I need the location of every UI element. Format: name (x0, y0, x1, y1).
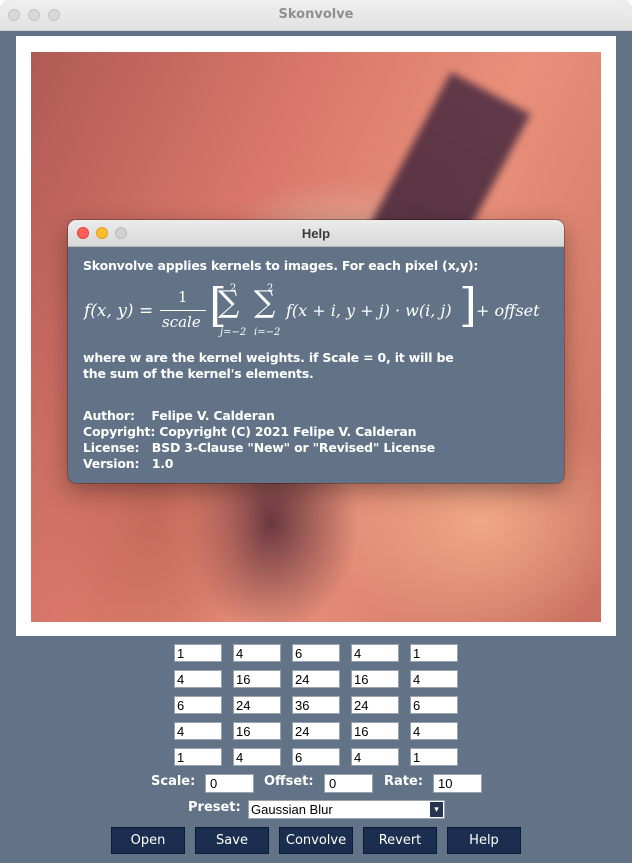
save-button[interactable]: Save (195, 827, 269, 854)
formula-frac-bar (160, 310, 206, 311)
open-button[interactable]: Open (111, 827, 185, 854)
preset-value: Gaussian Blur (251, 802, 333, 817)
help-intro: Skonvolve applies kernels to images. For… (83, 258, 479, 273)
preset-select[interactable]: Gaussian Blur ▾ (248, 800, 445, 819)
formula-frac-num: 1 (178, 288, 188, 306)
help-copyright: Copyright: Copyright (C) 2021 Felipe V. … (83, 424, 417, 439)
preset-label: Preset: (188, 800, 241, 815)
kernel-cell[interactable]: 4 (410, 670, 458, 688)
kernel-cell[interactable]: 36 (292, 696, 340, 714)
help-license: License: BSD 3-Clause "New" or "Revised"… (83, 440, 435, 455)
kernel-cell[interactable]: 24 (292, 670, 340, 688)
offset-label: Offset: (264, 774, 314, 789)
kernel-cell[interactable]: 4 (174, 670, 222, 688)
convolve-button[interactable]: Convolve (279, 827, 353, 854)
help-dialog: Help Skonvolve applies kernels to images… (68, 220, 564, 483)
help-button[interactable]: Help (447, 827, 521, 854)
help-author: Author: Felipe V. Calderan (83, 408, 275, 423)
kernel-cell[interactable]: 1 (410, 644, 458, 662)
formula-sum-bottom-j: j=−2 (220, 327, 247, 338)
help-title: Help (301, 226, 331, 241)
formula-body: f(x + i, y + j) · w(i, j) (286, 301, 452, 320)
kernel-cell[interactable]: 24 (292, 722, 340, 740)
kernel-cell[interactable]: 1 (174, 644, 222, 662)
formula-tail: + offset (476, 301, 540, 320)
kernel-cell[interactable]: 16 (233, 722, 281, 740)
kernel-cell[interactable]: 6 (292, 748, 340, 766)
revert-button[interactable]: Revert (363, 827, 437, 854)
formula-lhs: f(x, y) = (84, 301, 154, 321)
kernel-cell[interactable]: 16 (351, 722, 399, 740)
kernel-cell[interactable]: 24 (233, 696, 281, 714)
help-desc-line1: where w are the kernel weights. if Scale… (83, 350, 454, 365)
kernel-cell[interactable]: 1 (410, 748, 458, 766)
formula-sum-bottom-i: i=−2 (254, 327, 281, 338)
help-desc-line2: the sum of the kernel's elements. (83, 366, 314, 381)
kernel-cell[interactable]: 4 (351, 644, 399, 662)
offset-input[interactable]: 0 (324, 774, 373, 793)
kernel-cell[interactable]: 16 (233, 670, 281, 688)
kernel-cell[interactable]: 6 (410, 696, 458, 714)
formula-right-bracket: ] (459, 278, 477, 332)
kernel-cell[interactable]: 1 (174, 748, 222, 766)
kernel-cell[interactable]: 16 (351, 670, 399, 688)
scale-label: Scale: (151, 774, 196, 789)
help-version: Version: 1.0 (83, 456, 174, 471)
window-title: Skonvolve (278, 7, 354, 22)
title-bar[interactable]: Skonvolve (0, 0, 632, 31)
kernel-cell[interactable]: 6 (174, 696, 222, 714)
kernel-cell[interactable]: 4 (351, 748, 399, 766)
kernel-cell[interactable]: 4 (233, 748, 281, 766)
convolution-formula: f(x, y) = 1 scale [ 2 ∑ j=−2 2 ∑ i=−2 f(… (82, 280, 552, 342)
formula-sigma-i: ∑ (254, 285, 276, 320)
formula-frac-den: scale (162, 313, 201, 331)
rate-label: Rate: (384, 774, 424, 789)
help-title-bar[interactable]: Help (68, 220, 564, 247)
kernel-cell[interactable]: 6 (292, 644, 340, 662)
kernel-cell[interactable]: 4 (233, 644, 281, 662)
main-window: Skonvolve Help Skonvolve applies kernels… (0, 0, 632, 863)
scale-input[interactable]: 0 (205, 774, 254, 793)
rate-input[interactable]: 10 (433, 774, 482, 793)
kernel-cell[interactable]: 4 (410, 722, 458, 740)
kernel-cell[interactable]: 24 (351, 696, 399, 714)
kernel-cell[interactable]: 4 (174, 722, 222, 740)
formula-sigma-j: ∑ (218, 285, 240, 320)
chevron-down-icon[interactable]: ▾ (430, 802, 443, 817)
